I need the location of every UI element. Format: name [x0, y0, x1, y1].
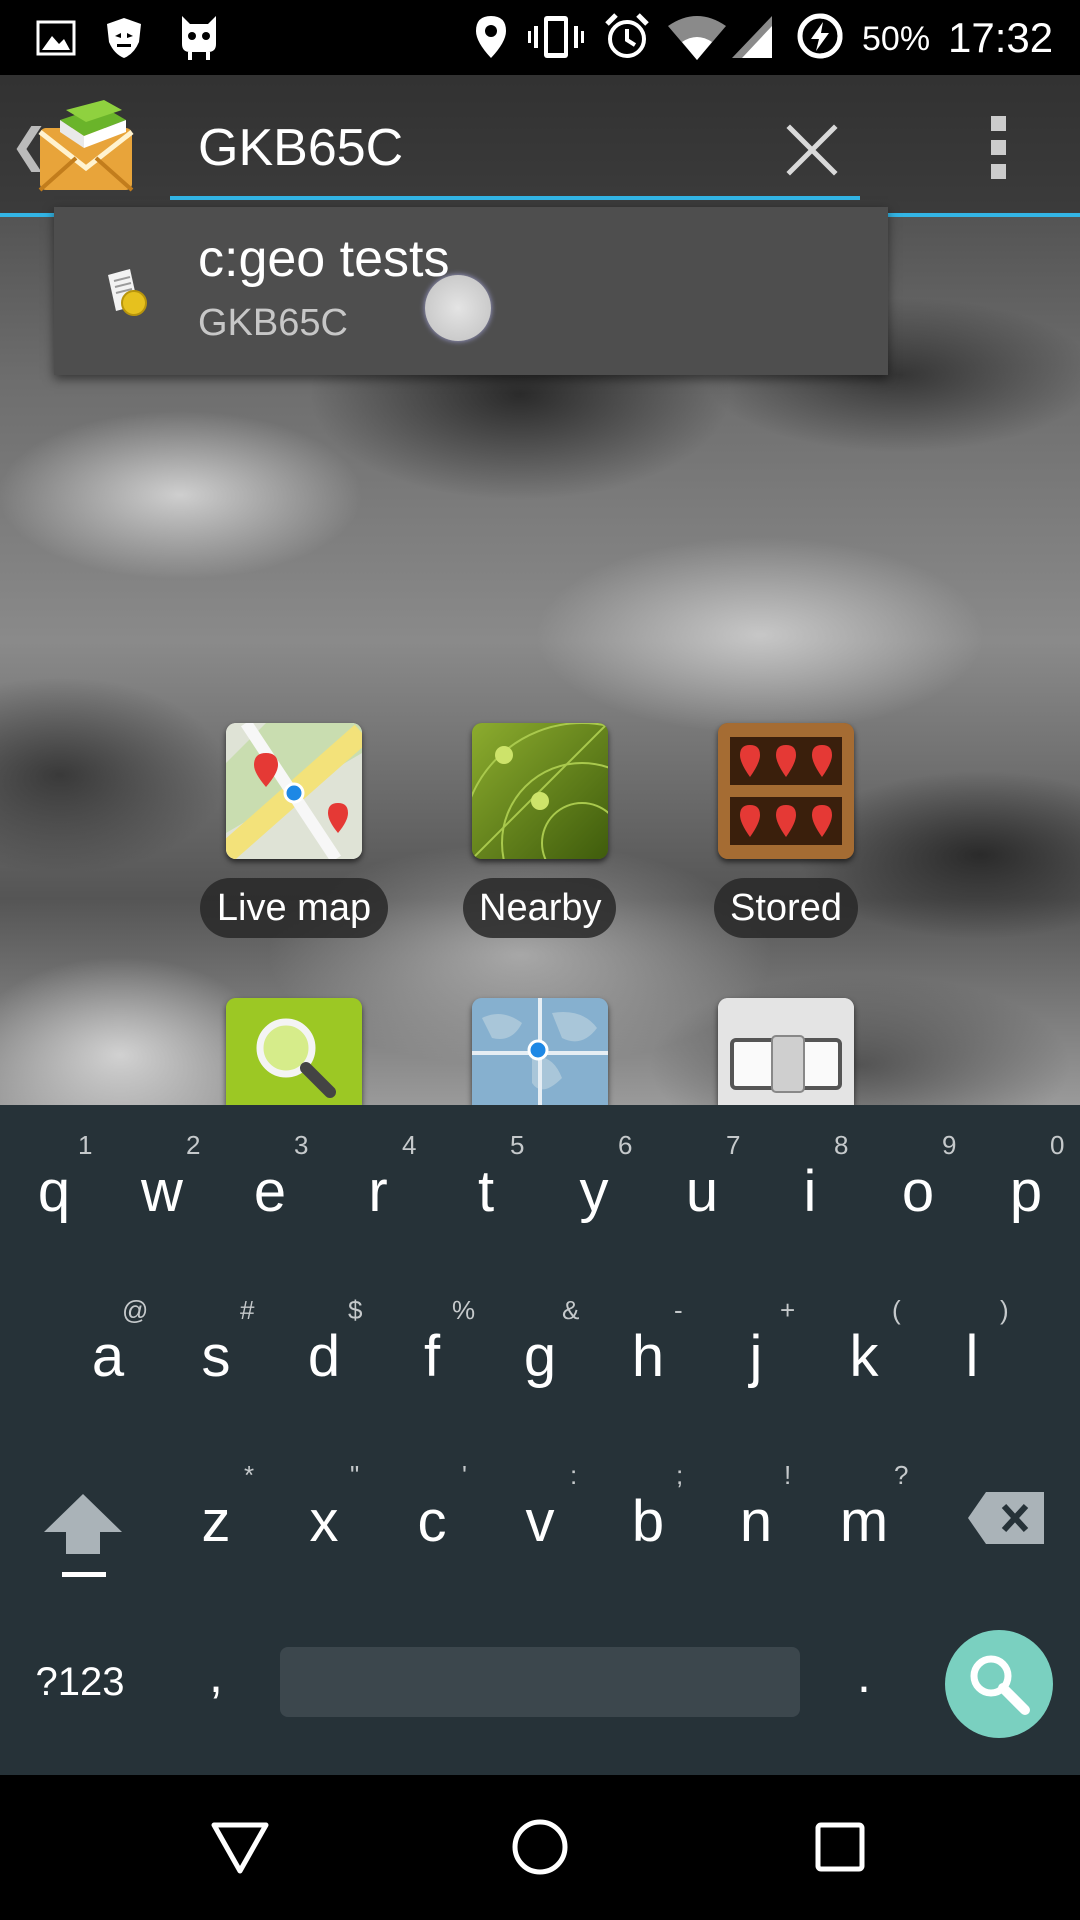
- key-k[interactable]: (k: [810, 1295, 918, 1435]
- home-icon[interactable]: [510, 1817, 570, 1877]
- key-h[interactable]: -h: [594, 1295, 702, 1435]
- overflow-menu-icon[interactable]: [970, 110, 1026, 190]
- stored-tile[interactable]: [718, 723, 854, 859]
- key-z[interactable]: * z: [162, 1460, 270, 1600]
- toggle-switch-icon: [718, 998, 854, 1105]
- key-w[interactable]: 2w: [108, 1130, 216, 1270]
- recents-icon[interactable]: [814, 1821, 866, 1873]
- key-v[interactable]: :v: [486, 1460, 594, 1600]
- filter-tile[interactable]: [718, 998, 854, 1105]
- suggestion-subtitle: GKB65C: [198, 302, 348, 344]
- backspace-icon: [968, 1492, 1044, 1544]
- period-key[interactable]: .: [810, 1640, 918, 1720]
- location-icon: [476, 16, 506, 58]
- back-icon[interactable]: [210, 1821, 270, 1875]
- touch-indicator: [425, 275, 491, 341]
- live-map-label[interactable]: Live map: [200, 878, 388, 938]
- key-o[interactable]: 9o: [864, 1130, 972, 1270]
- go-to-tile[interactable]: [472, 998, 608, 1105]
- key-q[interactable]: 1q: [0, 1130, 108, 1270]
- search-input[interactable]: [170, 100, 860, 200]
- key-l[interactable]: ) l: [918, 1295, 1026, 1435]
- magnifier-icon: [226, 998, 362, 1105]
- key-a[interactable]: @ a: [54, 1295, 162, 1435]
- live-map-icon: [226, 723, 362, 859]
- search-key[interactable]: [945, 1630, 1053, 1738]
- status-bar: 50% 17:32: [0, 0, 1080, 75]
- live-map-tile[interactable]: [226, 723, 362, 859]
- cgeo-app-icon[interactable]: [36, 98, 136, 194]
- key-p[interactable]: 0p: [972, 1130, 1080, 1270]
- shift-icon: [44, 1494, 122, 1577]
- battery-charging-icon: [797, 13, 843, 59]
- key-x[interactable]: " x: [270, 1460, 378, 1600]
- wifi-icon: [668, 16, 726, 60]
- search-tile[interactable]: [226, 998, 362, 1105]
- clock: 17:32: [948, 14, 1054, 61]
- key-d[interactable]: $ d: [270, 1295, 378, 1435]
- stored-shelf-icon: [718, 723, 854, 859]
- world-map-icon: [472, 998, 608, 1105]
- nearby-label[interactable]: Nearby: [463, 878, 616, 938]
- suggestion-title: c:geo tests: [198, 230, 450, 288]
- key-t[interactable]: 5t: [432, 1130, 540, 1270]
- comma-key[interactable]: ,: [162, 1640, 270, 1720]
- symbols-key[interactable]: ?123: [20, 1650, 140, 1720]
- shift-key[interactable]: [20, 1460, 140, 1600]
- key-u[interactable]: 7u: [648, 1130, 756, 1270]
- key-f[interactable]: % f: [378, 1295, 486, 1435]
- key-c[interactable]: ' c: [378, 1460, 486, 1600]
- space-bar[interactable]: [280, 1647, 800, 1717]
- clear-search-icon[interactable]: [770, 108, 854, 192]
- stored-label[interactable]: Stored: [714, 878, 858, 938]
- key-j[interactable]: + j: [702, 1295, 810, 1435]
- key-y[interactable]: 6y: [540, 1130, 648, 1270]
- navigation-bar: [0, 1775, 1080, 1920]
- key-s[interactable]: # s: [162, 1295, 270, 1435]
- key-i[interactable]: 8i: [756, 1130, 864, 1270]
- key-m[interactable]: ? m: [810, 1460, 918, 1600]
- nearby-tile[interactable]: [472, 723, 608, 859]
- battery-percent: 50%: [862, 20, 931, 58]
- backspace-key[interactable]: [950, 1460, 1060, 1600]
- vibrate-icon: [528, 16, 584, 58]
- key-n[interactable]: ! n: [702, 1460, 810, 1600]
- key-g[interactable]: & g: [486, 1295, 594, 1435]
- signal-icon: [732, 16, 772, 58]
- key-e[interactable]: 3e: [216, 1130, 324, 1270]
- alarm-icon: [605, 13, 649, 58]
- cache-type-icon: [108, 269, 147, 316]
- radar-icon: [472, 723, 608, 859]
- key-r[interactable]: 4r: [324, 1130, 432, 1270]
- cyanogen-icon: [182, 16, 216, 60]
- search-icon: [970, 1655, 1030, 1715]
- shield-icon: [107, 18, 141, 58]
- picture-icon: [36, 20, 76, 56]
- key-b[interactable]: ; b: [594, 1460, 702, 1600]
